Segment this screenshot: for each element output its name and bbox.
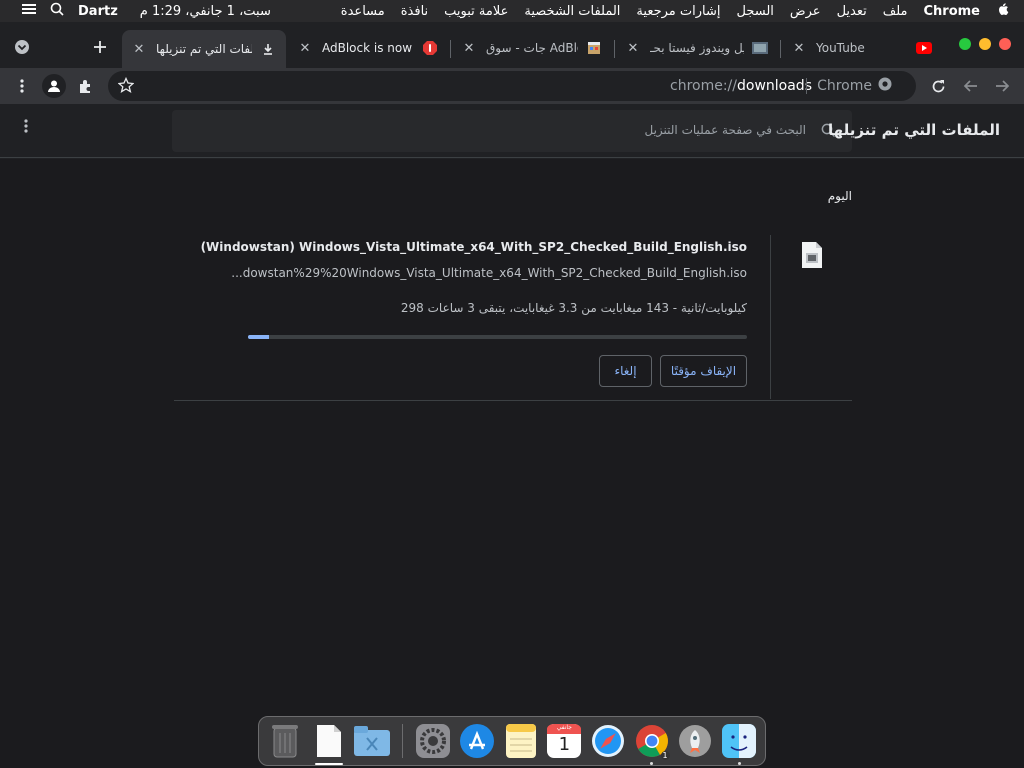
menubar-clock[interactable]: سبت، 1 جانفي، 1:29 م — [140, 4, 271, 19]
close-tab-icon[interactable]: ✕ — [462, 41, 476, 56]
download-progress-bar — [248, 335, 747, 339]
tab-youtube[interactable]: ✕ YouTube — [782, 32, 942, 64]
cancel-button[interactable]: إلغاء — [599, 355, 652, 387]
window-close-button[interactable] — [999, 38, 1011, 50]
more-actions-icon[interactable] — [24, 118, 28, 138]
calendar-month: جانفي — [556, 724, 572, 731]
chrome-menu-icon[interactable] — [12, 76, 32, 96]
system-preferences-icon[interactable] — [415, 723, 451, 759]
chrome-icon[interactable]: 1 — [634, 723, 670, 765]
youtube-icon — [916, 40, 932, 56]
tab-title: الملفات التي تم تنزيلها — [156, 42, 252, 56]
tab-title: جات - سوق AdBlock — [486, 41, 578, 55]
finder-icon[interactable] — [721, 723, 757, 765]
downloads-folder-icon[interactable] — [354, 723, 391, 759]
control-center-icon[interactable] — [22, 3, 36, 19]
extensions-icon[interactable] — [76, 76, 96, 96]
menu-tab[interactable]: علامة تبويب — [444, 4, 508, 19]
download-icon — [260, 41, 276, 57]
download-item: (Windowstan) Windows_Vista_Ultimate_x64_… — [174, 235, 852, 401]
store-icon — [586, 40, 602, 56]
new-tab-button[interactable] — [88, 35, 112, 59]
close-tab-icon[interactable]: ✕ — [298, 41, 312, 56]
adblock-icon — [422, 40, 438, 56]
tab-separator — [780, 40, 781, 58]
menu-edit[interactable]: تعديل — [837, 4, 867, 19]
tab-search-button[interactable] — [10, 35, 34, 59]
chrome-window: ✕ الملفات التي تم تنزيلها ✕ AdBlock is n… — [0, 22, 1024, 715]
url-text: chrome://downloads — [670, 78, 812, 94]
window-minimize-button[interactable] — [979, 38, 991, 50]
tab-adblock-now[interactable]: ✕ AdBlock is now in — [288, 32, 448, 64]
pause-button[interactable]: الإيقاف مؤقتًا — [660, 355, 747, 387]
source-url-link[interactable]: ...dowstan%29%20Windows_Vista_Ultimate_x… — [231, 266, 747, 280]
close-tab-icon[interactable]: ✕ — [132, 42, 146, 57]
site-chip[interactable]: Chrome — [806, 77, 892, 95]
site-chip-label: Chrome — [817, 78, 872, 94]
launchpad-icon[interactable] — [678, 723, 714, 759]
notes-icon[interactable] — [503, 723, 539, 759]
calendar-icon[interactable]: جانفي 1 — [547, 723, 583, 759]
bookmark-star-icon[interactable] — [117, 76, 135, 97]
file-name-link[interactable]: (Windowstan) Windows_Vista_Ultimate_x64_… — [201, 240, 747, 254]
chrome-logo-icon — [878, 77, 892, 95]
menu-history[interactable]: السجل — [736, 4, 773, 19]
menu-app-name[interactable]: Chrome — [923, 4, 980, 19]
running-indicator — [650, 762, 654, 765]
tab-vista-download[interactable]: ✕ تحميل ويندوز فيستا بحـ — [616, 32, 778, 64]
search-placeholder: البحث في صفحة عمليات التنزيل — [644, 123, 806, 137]
app-store-icon[interactable] — [459, 723, 495, 759]
downloads-list: اليوم (Windowstan) Windows_Vista_Ultimat… — [0, 159, 1024, 715]
menu-profiles[interactable]: الملفات الشخصية — [524, 4, 620, 19]
date-section-header: اليوم — [827, 189, 852, 203]
running-indicator — [737, 762, 741, 765]
windows-icon — [752, 40, 768, 56]
page-title: الملفات التي تم تنزيلها — [828, 121, 1000, 139]
dock: جانفي 1 1 — [258, 716, 766, 766]
safari-icon[interactable] — [590, 723, 626, 759]
close-tab-icon[interactable]: ✕ — [626, 41, 640, 56]
file-icon — [801, 241, 823, 269]
window-zoom-button[interactable] — [959, 38, 971, 50]
menu-help[interactable]: مساعدة — [341, 4, 385, 19]
profile-avatar[interactable] — [42, 74, 66, 98]
spotlight-search-icon[interactable] — [50, 2, 64, 20]
user-name[interactable]: Dartz — [78, 4, 118, 19]
dock-separator — [402, 724, 404, 758]
menu-bar: Dartz سبت، 1 جانفي، 1:29 م مساعدة نافذة … — [0, 0, 1024, 22]
reload-icon[interactable] — [928, 76, 948, 96]
document-icon[interactable] — [311, 723, 347, 765]
downloads-header: البحث في صفحة عمليات التنزيل الملفات الت… — [0, 104, 1024, 158]
trash-icon[interactable] — [267, 723, 303, 759]
back-arrow-icon[interactable] — [960, 76, 980, 96]
downloads-search-input[interactable]: البحث في صفحة عمليات التنزيل — [172, 110, 852, 152]
address-bar[interactable]: chrome://downloads Chrome — [108, 71, 916, 101]
tab-separator — [450, 40, 451, 58]
tab-title: YouTube — [816, 41, 865, 55]
apple-icon[interactable] — [996, 2, 1010, 20]
tab-title: AdBlock is now in — [322, 41, 414, 55]
menu-bookmarks[interactable]: إشارات مرجعية — [636, 4, 720, 19]
browser-toolbar: chrome://downloads Chrome — [0, 68, 1024, 104]
tab-downloads[interactable]: ✕ الملفات التي تم تنزيلها — [122, 30, 286, 68]
tab-strip: ✕ الملفات التي تم تنزيلها ✕ AdBlock is n… — [0, 22, 1024, 68]
menu-window[interactable]: نافذة — [401, 4, 428, 19]
calendar-day: 1 — [558, 734, 571, 755]
download-progress-fill — [248, 335, 269, 339]
close-tab-icon[interactable]: ✕ — [792, 41, 806, 56]
card-divider — [770, 235, 771, 399]
menu-file[interactable]: ملف — [883, 4, 908, 19]
tab-adblock-store[interactable]: ✕ جات - سوق AdBlock — [452, 32, 612, 64]
forward-arrow-icon[interactable] — [992, 76, 1012, 96]
tab-title: تحميل ويندوز فيستا بحـ — [650, 41, 744, 55]
tab-separator — [614, 40, 615, 58]
menu-view[interactable]: عرض — [790, 4, 821, 19]
download-status: 298 كيلوبايت/ثانية - 143 ميغابايت من 3.3… — [400, 301, 747, 315]
chrome-badge: 1 — [660, 751, 670, 760]
